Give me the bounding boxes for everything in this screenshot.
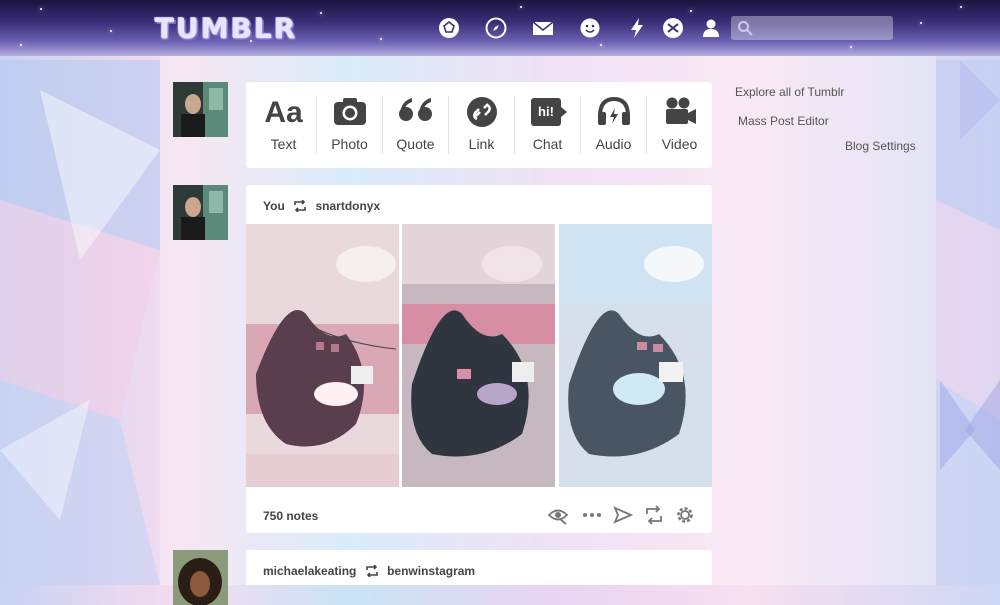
reblog-icon (365, 564, 378, 577)
new-photo-post-button[interactable]: Photo (317, 82, 382, 168)
new-quote-post-button[interactable]: Quote (383, 82, 448, 168)
post-photo[interactable] (246, 224, 399, 487)
quote-icon (398, 98, 432, 121)
post-author[interactable]: michaelakeating (263, 564, 356, 578)
new-video-post-button[interactable]: Video (647, 82, 712, 168)
reblog-icon (294, 199, 306, 212)
reblog-icon[interactable] (644, 505, 664, 525)
search-field[interactable] (731, 16, 893, 42)
mass-post-editor-link[interactable]: Mass Post Editor (738, 114, 829, 128)
blog-settings-link[interactable]: Blog Settings (845, 139, 916, 153)
new-audio-post-button[interactable]: Audio (581, 82, 646, 168)
seen-icon[interactable] (547, 505, 569, 525)
post-photo[interactable] (559, 224, 712, 487)
post-photo[interactable] (402, 224, 555, 487)
video-camera-icon (665, 97, 696, 124)
post-composer: Aa Text Photo Quote Link hi! Chat Audio … (246, 82, 712, 168)
more-icon[interactable] (582, 505, 602, 525)
post-card: michaelakeating benwinstagram (246, 550, 712, 585)
explore-icon[interactable] (485, 17, 507, 39)
search-input[interactable] (755, 16, 893, 42)
avatar[interactable] (173, 82, 228, 137)
explore-link[interactable]: Explore all of Tumblr (735, 85, 844, 99)
tumblr-logo[interactable]: TUMBLR (155, 12, 297, 45)
text-icon: Aa (264, 96, 303, 129)
new-chat-post-button[interactable]: hi! Chat (515, 82, 580, 168)
avatar[interactable] (173, 550, 228, 605)
avatar[interactable] (173, 185, 228, 240)
inbox-icon[interactable] (532, 17, 554, 39)
post-card: You snartdonyx 750 notes (246, 185, 712, 533)
headphones-icon (597, 96, 630, 125)
reblogged-from[interactable]: benwinstagram (387, 564, 475, 578)
account-icon[interactable] (700, 17, 722, 39)
dashboard-icon[interactable] (438, 17, 460, 39)
new-text-post-button[interactable]: Aa Text (251, 82, 316, 168)
top-navbar: TUMBLR (0, 0, 1000, 56)
post-author[interactable]: You (263, 199, 285, 213)
share-icon[interactable] (613, 505, 634, 525)
camera-icon (333, 98, 366, 125)
chat-icon: hi! (531, 98, 567, 126)
reblogged-from[interactable]: snartdonyx (315, 199, 380, 213)
activity-icon[interactable] (626, 17, 648, 39)
new-link-post-button[interactable]: Link (449, 82, 514, 168)
post-header: michaelakeating benwinstagram (263, 563, 475, 578)
post-header: You snartdonyx (263, 198, 380, 213)
notes-count[interactable]: 750 notes (263, 509, 318, 523)
xkit-icon[interactable] (662, 17, 684, 39)
settings-icon[interactable] (675, 505, 695, 525)
link-icon (466, 97, 497, 127)
search-icon (737, 20, 753, 36)
messaging-icon[interactable] (579, 17, 601, 39)
